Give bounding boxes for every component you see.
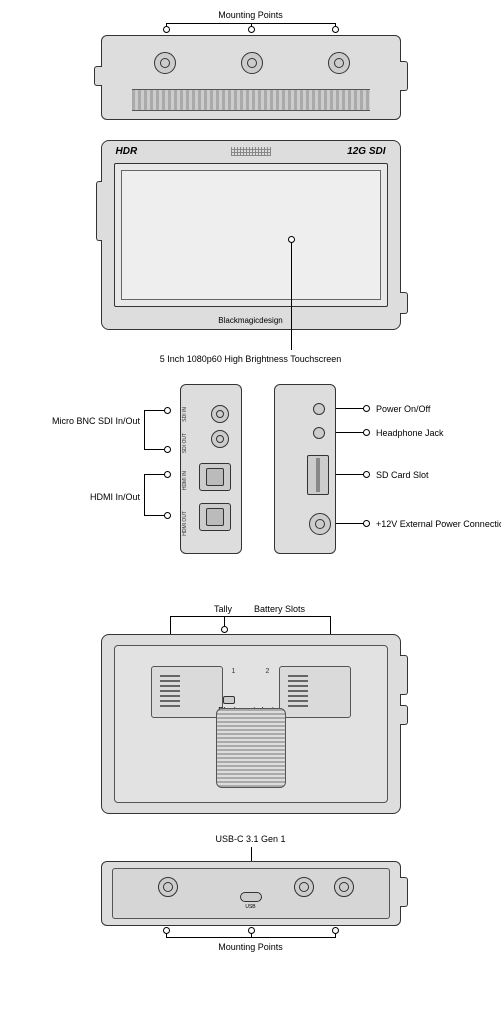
sdi-in-port[interactable] — [211, 405, 229, 423]
mount-hole — [158, 877, 178, 897]
screen-bezel — [114, 163, 388, 307]
device-bottom-body: USB — [101, 861, 401, 926]
ventilation-grille — [216, 708, 286, 788]
mount-hole — [334, 877, 354, 897]
mount-hole — [328, 52, 350, 74]
device-top-body — [101, 35, 401, 120]
mount-hole — [154, 52, 176, 74]
dc-power-port[interactable] — [309, 513, 331, 535]
port-label: USB — [245, 904, 255, 910]
power-button[interactable] — [313, 403, 325, 415]
brand-label: Blackmagicdesign — [102, 316, 400, 325]
port-label: HDMI IN — [182, 471, 188, 490]
sdi-label: Micro BNC SDI In/Out — [20, 416, 140, 426]
port-label: HDMI OUT — [182, 511, 188, 536]
slot-number: 1 — [229, 668, 239, 675]
headphone-jack[interactable] — [313, 427, 325, 439]
slot-number: 2 — [263, 668, 273, 675]
sd-card-slot[interactable] — [307, 455, 329, 495]
headphone-label: Headphone Jack — [376, 428, 444, 438]
port-label: SDI OUT — [182, 433, 188, 453]
usb-c-port[interactable] — [240, 892, 262, 902]
bottom-view: USB-C 3.1 Gen 1 USB Mounting Points — [20, 834, 481, 952]
hdmi-bracket — [144, 474, 168, 516]
hdmi-out-port[interactable] — [199, 503, 231, 531]
mounting-points-label-top: Mounting Points — [20, 10, 481, 20]
sdi-badge: 12G SDI — [347, 146, 385, 157]
tally-label: Tally — [214, 604, 232, 614]
mounting-bracket-top — [166, 23, 336, 31]
mounting-bracket-bottom — [166, 930, 336, 938]
device-rear-body: 1 2 Blackmagicdesign — [101, 634, 401, 814]
device-front-body: HDR 12G SDI Blackmagicdesign — [101, 140, 401, 330]
mount-hole — [294, 877, 314, 897]
side-views: SDI IN SDI OUT HDMI IN HDMI OUT Micro BN… — [20, 384, 481, 584]
usb-label: USB-C 3.1 Gen 1 — [20, 834, 481, 844]
speaker-grille — [231, 147, 271, 156]
hdmi-in-port[interactable] — [199, 463, 231, 491]
power-label: Power On/Off — [376, 404, 430, 414]
top-view: Mounting Points — [20, 10, 481, 120]
sd-label: SD Card Slot — [376, 470, 429, 480]
mount-hole — [241, 52, 263, 74]
touchscreen-caption: 5 Inch 1080p60 High Brightness Touchscre… — [20, 354, 481, 364]
sdi-bracket — [144, 410, 168, 450]
port-label: SDI IN — [182, 407, 188, 422]
rear-view: Tally Battery Slots 1 2 Blackmagicdesign — [20, 604, 481, 814]
hdmi-label: HDMI In/Out — [20, 492, 140, 502]
dc-label: +12V External Power Connection — [376, 519, 486, 529]
tally-light — [223, 696, 235, 704]
device-left-side: SDI IN SDI OUT HDMI IN HDMI OUT — [180, 384, 242, 554]
hdr-badge: HDR — [116, 146, 138, 157]
touchscreen[interactable] — [121, 170, 381, 300]
front-view: HDR 12G SDI Blackmagicdesign 5 Inch 1080… — [20, 140, 481, 364]
mounting-points-label-bottom: Mounting Points — [20, 942, 481, 952]
sdi-out-port[interactable] — [211, 430, 229, 448]
battery-label: Battery Slots — [254, 604, 305, 614]
device-right-side — [274, 384, 336, 554]
